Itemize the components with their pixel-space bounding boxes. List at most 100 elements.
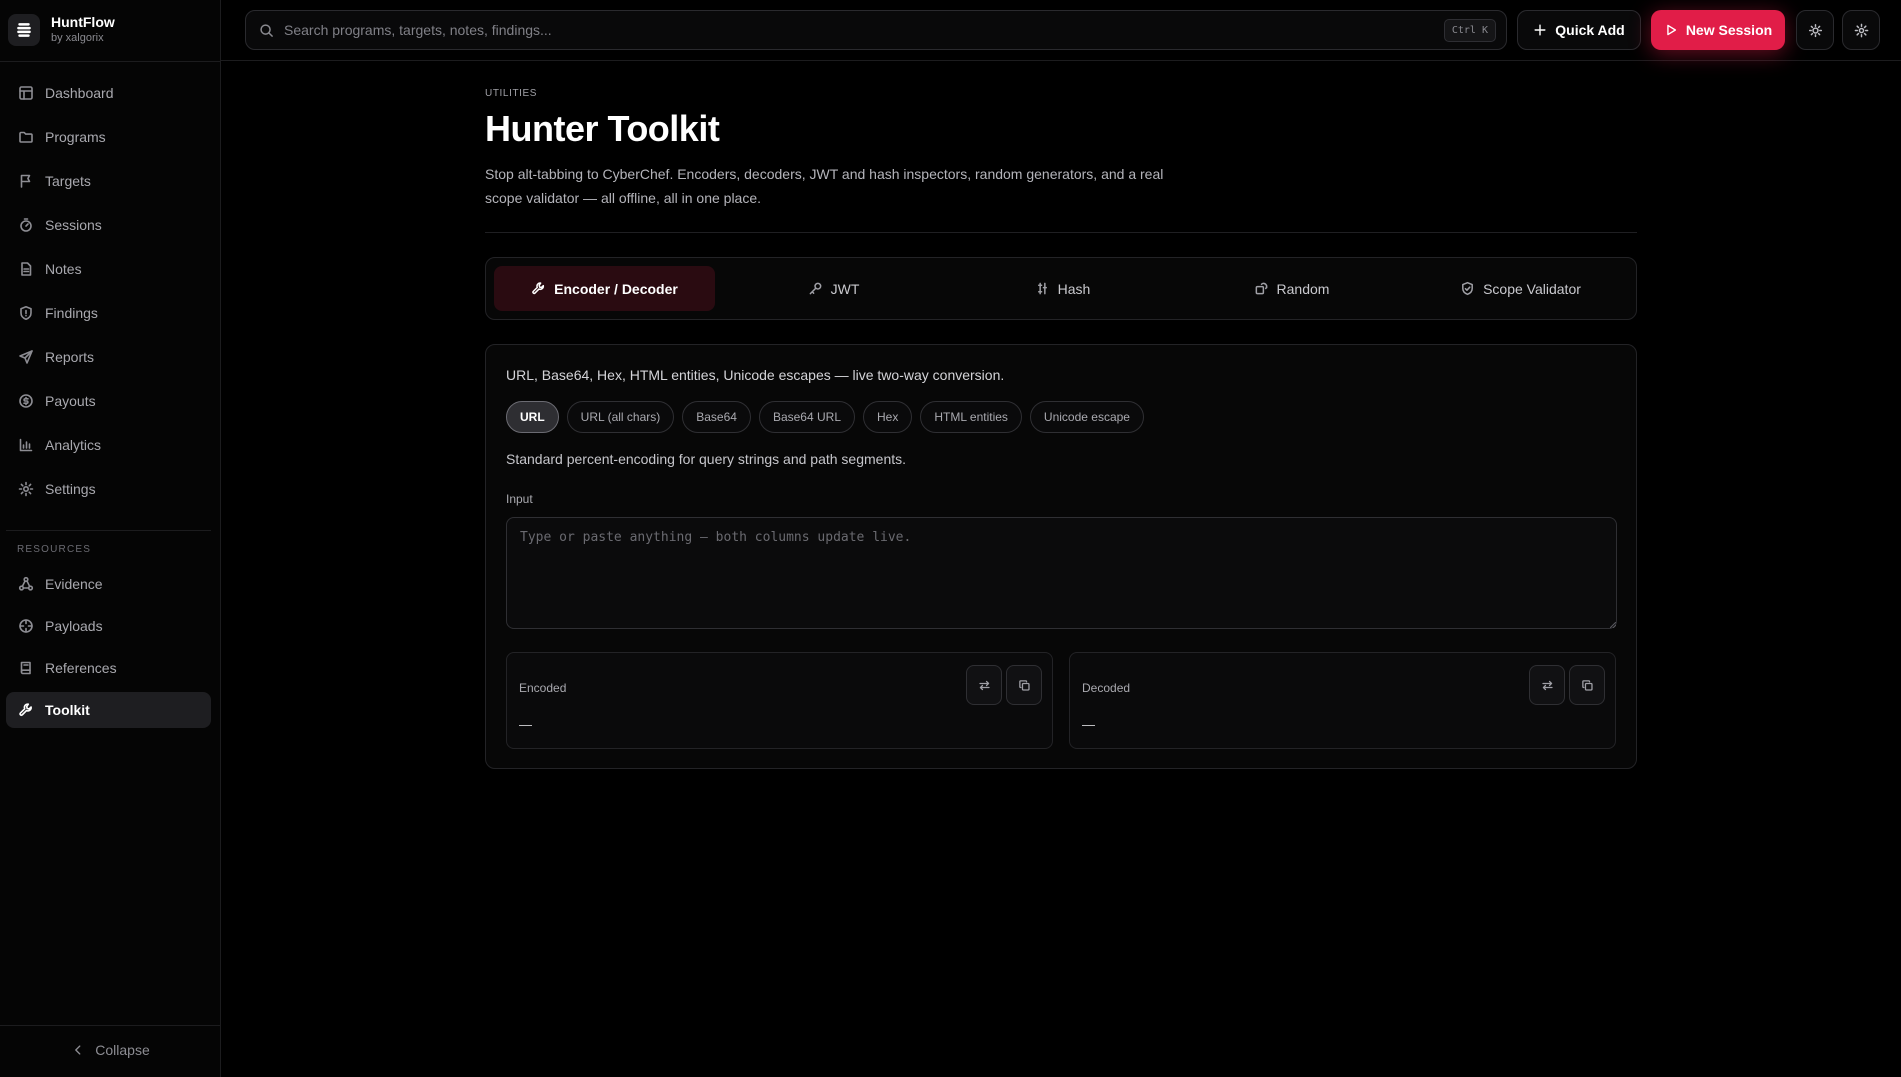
tab-encoder-decoder[interactable]: Encoder / Decoder — [494, 266, 715, 311]
sidebar-item-label: Findings — [45, 305, 98, 321]
encoder-panel: URL, Base64, Hex, HTML entities, Unicode… — [485, 344, 1637, 769]
divider — [0, 61, 221, 62]
network-icon — [18, 576, 34, 591]
new-session-button[interactable]: New Session — [1651, 10, 1785, 50]
sidebar-item-analytics[interactable]: Analytics — [6, 427, 211, 463]
timer-icon — [20, 218, 32, 232]
sidebar-item-label: Notes — [45, 261, 82, 277]
divider — [6, 530, 211, 531]
copy-button[interactable] — [1569, 665, 1605, 705]
wrench-icon — [19, 703, 32, 717]
swap-icon — [978, 680, 990, 690]
swap-icon — [1541, 680, 1553, 690]
sidebar-item-reports[interactable]: Reports — [6, 339, 211, 375]
page-description: Stop alt-tabbing to CyberChef. Encoders,… — [485, 166, 1164, 206]
tab-scope-validator[interactable]: Scope Validator — [1410, 266, 1631, 311]
theme-toggle-button[interactable] — [1796, 10, 1834, 50]
mode-chip-unicode-escape[interactable]: Unicode escape — [1029, 401, 1144, 433]
mode-chip-base64-url[interactable]: Base64 URL — [758, 401, 855, 433]
flag-icon — [20, 174, 31, 188]
sidebar-item-payloads[interactable]: Payloads — [6, 608, 211, 644]
encoded-value: — — [519, 717, 532, 732]
encoder-input[interactable] — [506, 517, 1617, 629]
resources-heading: RESOURCES — [17, 544, 92, 555]
brand[interactable]: HuntFlow by xalgorix — [8, 12, 115, 48]
mode-chip-base64[interactable]: Base64 — [682, 401, 751, 433]
sidebar-item-label: Toolkit — [45, 702, 90, 718]
mode-selector: URL URL (all chars) Base64 Base64 URL He… — [506, 401, 1152, 433]
new-session-label: New Session — [1685, 22, 1773, 38]
mode-chip-url[interactable]: URL — [506, 401, 559, 433]
encoded-output: Encoded — — [506, 652, 1053, 749]
sidebar-item-label: Settings — [45, 481, 96, 497]
tab-label: Hash — [1057, 280, 1091, 297]
sidebar-item-label: Dashboard — [45, 85, 114, 101]
shuffle-icon — [1255, 282, 1267, 295]
tab-label: Encoder / Decoder — [554, 280, 678, 297]
shield-alert-icon — [20, 306, 32, 320]
settings-button[interactable] — [1842, 10, 1880, 50]
sidebar-item-references[interactable]: References — [6, 650, 211, 686]
play-icon — [1667, 24, 1676, 36]
decoded-output: Decoded — — [1069, 652, 1616, 749]
sidebar-item-payouts[interactable]: Payouts — [6, 383, 211, 419]
gear-icon — [18, 481, 34, 497]
search-icon — [260, 23, 273, 37]
divider — [485, 232, 1637, 233]
sidebar-item-targets[interactable]: Targets — [6, 163, 211, 199]
shortcut-hint: Ctrl K — [1443, 19, 1496, 42]
toolkit-tabs: Encoder / Decoder JWT Hash Random Scope … — [485, 257, 1637, 320]
sidebar-item-toolkit[interactable]: Toolkit — [6, 692, 211, 728]
plus-icon — [1534, 24, 1546, 36]
mode-description: Standard percent-encoding for query stri… — [506, 451, 907, 467]
tab-random[interactable]: Random — [1181, 266, 1402, 311]
tab-hash[interactable]: Hash — [952, 266, 1173, 311]
search-bar[interactable]: Ctrl K — [245, 10, 1507, 50]
chevron-left-icon — [75, 1045, 81, 1055]
page-eyebrow: UTILITIES — [485, 88, 538, 99]
sidebar-item-evidence[interactable]: Evidence — [6, 566, 211, 602]
send-icon — [19, 350, 33, 364]
copy-button[interactable] — [1006, 665, 1042, 705]
swap-button[interactable] — [1529, 665, 1565, 705]
bar-chart-icon — [19, 438, 33, 452]
quick-add-label: Quick Add — [1555, 22, 1625, 38]
grid-icon — [19, 86, 33, 100]
sidebar: HuntFlow by xalgorix Dashboard Programs … — [0, 0, 221, 1077]
mode-chip-html-entities[interactable]: HTML entities — [920, 401, 1022, 433]
sidebar-item-settings[interactable]: Settings — [6, 471, 211, 507]
encoder-intro: URL, Base64, Hex, HTML entities, Unicode… — [506, 367, 1005, 383]
decoded-value: — — [1082, 717, 1095, 732]
copy-icon — [1581, 679, 1593, 691]
page-title: Hunter Toolkit — [485, 108, 720, 149]
sidebar-item-programs[interactable]: Programs — [6, 119, 211, 155]
file-text-icon — [21, 262, 32, 276]
sidebar-item-label: Targets — [45, 173, 91, 189]
sidebar-item-findings[interactable]: Findings — [6, 295, 211, 331]
brand-name: HuntFlow — [51, 14, 115, 30]
copy-icon — [1018, 679, 1030, 691]
mode-chip-hex[interactable]: Hex — [863, 401, 913, 433]
collapse-button[interactable]: Collapse — [0, 1034, 221, 1066]
divider — [0, 1025, 221, 1026]
search-input[interactable] — [284, 22, 1506, 38]
sidebar-item-label: Sessions — [45, 217, 102, 233]
brand-subtitle: by xalgorix — [51, 32, 104, 44]
sidebar-item-label: Payouts — [45, 393, 96, 409]
tab-jwt[interactable]: JWT — [723, 266, 944, 311]
gear-icon — [1854, 23, 1868, 37]
sidebar-item-dashboard[interactable]: Dashboard — [6, 75, 211, 111]
input-label: Input — [506, 492, 533, 506]
wrench-icon — [532, 282, 545, 295]
sidebar-item-label: Payloads — [45, 618, 103, 634]
resize-grip-icon[interactable] — [1610, 622, 1616, 628]
crosshair-icon — [19, 619, 33, 633]
swap-button[interactable] — [966, 665, 1002, 705]
quick-add-button[interactable]: Quick Add — [1517, 10, 1641, 50]
logo-icon — [8, 14, 40, 46]
sidebar-item-notes[interactable]: Notes — [6, 251, 211, 287]
mode-chip-url-all[interactable]: URL (all chars) — [566, 401, 675, 433]
decoded-label: Decoded — [1082, 681, 1131, 695]
sidebar-item-sessions[interactable]: Sessions — [6, 207, 211, 243]
folder-icon — [19, 131, 33, 143]
